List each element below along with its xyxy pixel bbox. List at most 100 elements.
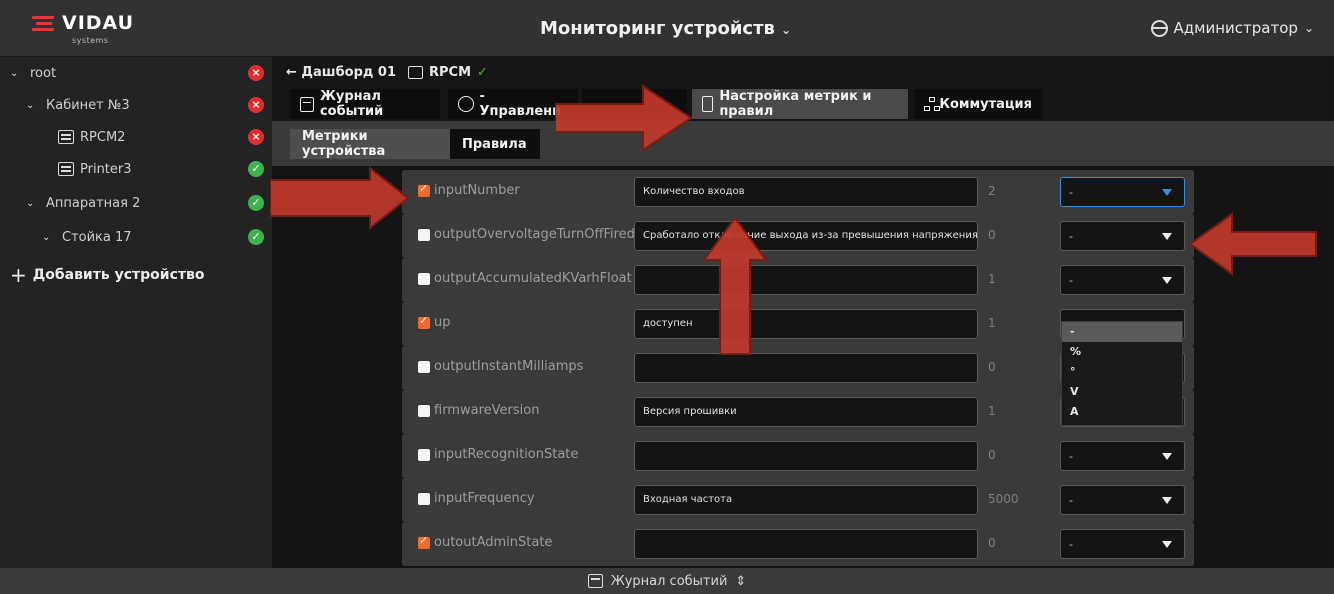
unit-select[interactable]: - bbox=[1060, 529, 1185, 559]
subtab-rules[interactable]: Правила bbox=[450, 129, 540, 159]
metric-name: inputNumber bbox=[434, 183, 520, 198]
metric-enabled-checkbox[interactable] bbox=[418, 449, 430, 461]
caret-down-icon[interactable]: ⌄ bbox=[26, 198, 38, 209]
metric-description-input[interactable]: Версия прошивки bbox=[634, 397, 978, 427]
dropdown-arrow-icon bbox=[1162, 277, 1172, 284]
unit-selected-value: - bbox=[1069, 450, 1073, 463]
metric-description-input[interactable] bbox=[634, 529, 978, 559]
ok-status-icon: ✓ bbox=[248, 229, 264, 245]
metric-name: outoutAdminState bbox=[434, 535, 553, 550]
back-to-dashboard-link[interactable]: ← Дашборд 01 bbox=[286, 65, 396, 80]
metric-value: 0 bbox=[988, 228, 996, 242]
unit-select[interactable]: - bbox=[1060, 441, 1185, 471]
caret-down-icon[interactable]: ⌄ bbox=[10, 68, 22, 79]
metric-description-input[interactable]: доступен bbox=[634, 309, 978, 339]
metric-value: 1 bbox=[988, 272, 996, 286]
metric-enabled-checkbox[interactable] bbox=[418, 361, 430, 373]
calendar-icon bbox=[587, 574, 603, 588]
metric-value: 0 bbox=[988, 360, 996, 374]
metric-row: inputNumber Количество входов 2 - bbox=[402, 170, 1194, 214]
vidau-logo[interactable]: VIDAU systems bbox=[32, 12, 142, 48]
dropdown-option[interactable]: ° bbox=[1062, 362, 1182, 382]
dropdown-arrow-icon bbox=[1162, 497, 1172, 504]
tab-switching[interactable]: Коммутация bbox=[914, 89, 1042, 119]
metric-row: inputRecognitionState 0 - bbox=[402, 434, 1194, 478]
metric-description-input[interactable]: Количество входов bbox=[634, 177, 978, 207]
unit-selected-value: - bbox=[1069, 230, 1073, 243]
dropdown-option[interactable]: - bbox=[1062, 322, 1182, 342]
dropdown-option[interactable]: V bbox=[1062, 382, 1182, 402]
metric-name: up bbox=[434, 315, 451, 330]
unit-selected-value: - bbox=[1069, 274, 1073, 287]
error-status-icon: × bbox=[248, 97, 264, 113]
annotation-arrow-up-icon bbox=[702, 216, 768, 355]
add-device-button[interactable]: + Добавить устройство bbox=[10, 263, 204, 287]
unit-dropdown-menu: - % ° V A bbox=[1061, 321, 1183, 426]
metric-description-input[interactable] bbox=[634, 353, 978, 383]
subtab-device-metrics[interactable]: Метрики устройства bbox=[290, 129, 450, 159]
tree-item-printer3[interactable]: Printer3 ✓ bbox=[0, 153, 272, 185]
tree-item-cabinet[interactable]: ⌄ Кабинет №3 × bbox=[0, 89, 272, 121]
user-menu[interactable]: Администратор ⌄ bbox=[1150, 19, 1314, 37]
tree-item-label: Стойка 17 bbox=[62, 229, 132, 245]
tree-item-rack17[interactable]: ⌄ Стойка 17 ✓ bbox=[0, 221, 272, 253]
unit-select[interactable]: - bbox=[1060, 221, 1185, 251]
dropdown-arrow-icon bbox=[1162, 189, 1172, 196]
app-header: VIDAU systems Мониторинг устройств ⌄ Адми… bbox=[0, 0, 1334, 57]
footer-label: Журнал событий bbox=[610, 573, 728, 589]
metric-enabled-checkbox[interactable] bbox=[418, 182, 430, 197]
dropdown-option[interactable]: A bbox=[1062, 402, 1182, 422]
annotation-arrow-right-icon bbox=[270, 166, 410, 230]
ok-status-icon: ✓ bbox=[248, 161, 264, 177]
metric-enabled-checkbox[interactable] bbox=[418, 534, 430, 549]
event-log-footer[interactable]: Журнал событий ⇕ bbox=[0, 568, 1334, 594]
network-icon bbox=[924, 96, 940, 112]
metric-enabled-checkbox[interactable] bbox=[418, 493, 430, 505]
unit-select[interactable]: - bbox=[1060, 485, 1185, 515]
metric-value: 1 bbox=[988, 316, 996, 330]
logo-text: VIDAU bbox=[62, 12, 135, 34]
metric-description-input[interactable] bbox=[634, 265, 978, 295]
caret-down-icon[interactable]: ⌄ bbox=[42, 232, 54, 243]
annotation-arrow-right-icon bbox=[555, 84, 693, 152]
unit-selected-value: - bbox=[1069, 494, 1073, 507]
caret-down-icon[interactable]: ⌄ bbox=[26, 100, 38, 111]
metric-enabled-checkbox[interactable] bbox=[418, 273, 430, 285]
unit-select[interactable]: - bbox=[1060, 265, 1185, 295]
dropdown-arrow-icon bbox=[1162, 453, 1172, 460]
chevron-down-icon: ⌄ bbox=[780, 23, 791, 37]
metric-name: firmwareVersion bbox=[434, 403, 540, 418]
metric-enabled-checkbox[interactable] bbox=[418, 229, 430, 241]
tree-item-hardware-room[interactable]: ⌄ Аппаратная 2 ✓ bbox=[0, 187, 272, 219]
app-title-dropdown[interactable]: Мониторинг устройств ⌄ bbox=[540, 18, 791, 39]
metric-name: outputInstantMilliamps bbox=[434, 359, 584, 374]
device-icon bbox=[408, 66, 424, 79]
unit-select[interactable]: - bbox=[1060, 177, 1185, 207]
device-icon bbox=[58, 130, 74, 144]
tree-item-label: root bbox=[30, 65, 57, 81]
circle-icon bbox=[458, 96, 474, 112]
metric-value: 0 bbox=[988, 448, 996, 462]
metric-enabled-checkbox[interactable] bbox=[418, 405, 430, 417]
tab-metrics-settings[interactable]: Настройка метрик и правил bbox=[692, 89, 908, 119]
device-tree-sidebar: ⌄ root × ⌄ Кабинет №3 × RPCM2 × Printer3… bbox=[0, 57, 272, 568]
metric-description-input[interactable] bbox=[634, 441, 978, 471]
tree-item-rpcm2[interactable]: RPCM2 × bbox=[0, 121, 272, 153]
tree-item-root[interactable]: ⌄ root × bbox=[0, 57, 272, 89]
app-title: Мониторинг устройств bbox=[540, 18, 775, 39]
metric-value: 5000 bbox=[988, 492, 1019, 506]
tab-event-log[interactable]: Журнал событий bbox=[290, 89, 440, 119]
metric-description-input[interactable]: Сработало отключение выхода из-за превыш… bbox=[634, 221, 978, 251]
metric-row: inputFrequency Входная частота 5000 - bbox=[402, 478, 1194, 522]
main-panel: ← Дашборд 01 RPCM ✓ Журнал событий - Упр… bbox=[272, 57, 1334, 568]
metric-row: outputAccumulatedKVarhFloat 1 - bbox=[402, 258, 1194, 302]
metric-value: 1 bbox=[988, 404, 996, 418]
tab-label: Журнал событий bbox=[319, 89, 384, 119]
metric-enabled-checkbox[interactable] bbox=[418, 314, 430, 329]
metric-value: 2 bbox=[988, 184, 996, 198]
metric-description-input[interactable]: Входная частота bbox=[634, 485, 978, 515]
expand-toggle-icon: ⇕ bbox=[735, 573, 747, 589]
dropdown-arrow-icon bbox=[1162, 541, 1172, 548]
globe-icon bbox=[1150, 19, 1168, 37]
dropdown-option[interactable]: % bbox=[1062, 342, 1182, 362]
